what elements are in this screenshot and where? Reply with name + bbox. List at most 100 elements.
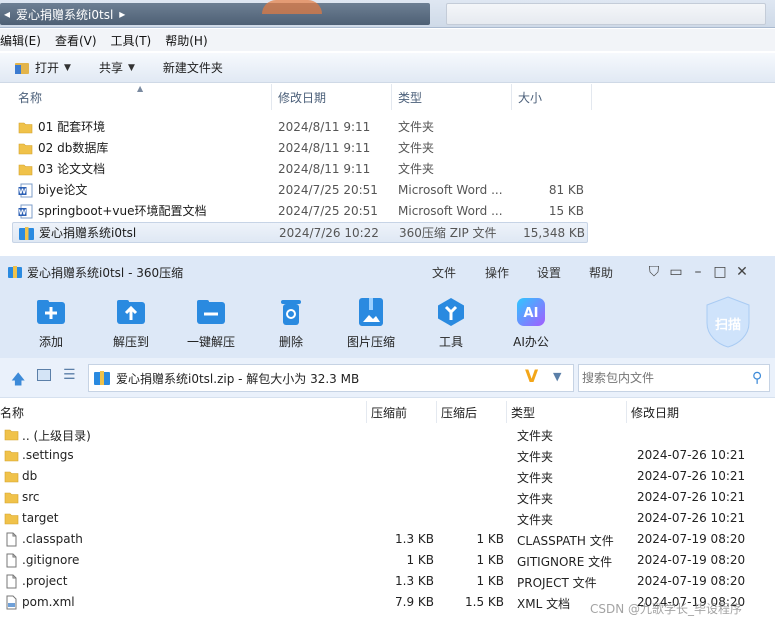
tools-button[interactable]: 工具	[416, 296, 486, 350]
archive-entry-row[interactable]: .gitignore 1 KB 1 KB GITIGNORE 文件 2024-07-19…	[0, 551, 775, 572]
file-row[interactable]: Wbiye论文 2024/7/25 20:51 Microsoft Word ...…	[12, 180, 588, 201]
column-size[interactable]: 大小	[512, 84, 592, 110]
file-size	[512, 138, 584, 159]
close-icon[interactable]: ✕	[731, 264, 753, 280]
entry-date: 2024-07-26 10:21	[637, 490, 746, 504]
tool-label: 解压到	[112, 335, 149, 349]
file-row[interactable]: 02 db数据库 2024/8/11 9:11 文件夹	[12, 138, 588, 159]
breadcrumb-chevron-icon: ◂	[4, 7, 11, 21]
scan-button[interactable]: 扫描	[705, 296, 751, 348]
file-type: Microsoft Word ...	[398, 183, 503, 197]
thumbnail-view-icon[interactable]	[37, 369, 51, 381]
archive-path-field[interactable]: 爱心捐赠系统i0tsl.zip - 解包大小为 32.3 MB V ▼	[88, 364, 574, 392]
column-before[interactable]: 压缩前	[371, 404, 407, 421]
archive-entry-row[interactable]: db 文件夹 2024-07-26 10:21	[0, 467, 775, 488]
maximize-icon[interactable]: □	[709, 264, 731, 280]
zip-menu-help[interactable]: 帮助	[589, 256, 613, 288]
explorer-column-header: 名称 ▲ 修改日期 类型 大小	[0, 84, 775, 110]
list-view-icon[interactable]: ☰	[63, 367, 76, 383]
search-input[interactable]	[582, 371, 742, 385]
menu-edit[interactable]: 编辑(E)	[0, 32, 41, 49]
entry-name: .gitignore	[22, 553, 80, 567]
minimize-icon[interactable]: –	[687, 264, 709, 280]
explorer-address-bar: ◂ 爱心捐赠系统i0tsl ▸	[0, 0, 775, 28]
add-icon	[37, 300, 65, 324]
file-row[interactable]: Wspringboot+vue环境配置文档 2024/7/25 20:51 Micr…	[12, 201, 588, 222]
entry-name: src	[22, 490, 40, 504]
explorer-search-box[interactable]	[446, 3, 766, 25]
file-date: 2024/7/26 10:22	[279, 226, 379, 240]
ai-office-icon: AI	[517, 298, 545, 326]
entry-date: 2024-07-19 08:20	[637, 553, 746, 567]
extract-to-icon	[117, 300, 145, 324]
up-arrow-icon[interactable]: 🡅	[11, 369, 25, 393]
archive-entry-row[interactable]: target 文件夹 2024-07-26 10:21	[0, 509, 775, 530]
column-divider[interactable]	[366, 401, 367, 423]
app-icon	[8, 266, 22, 278]
zip-menu-file[interactable]: 文件	[432, 256, 456, 288]
column-type[interactable]: 类型	[392, 84, 512, 110]
menu-view[interactable]: 查看(V)	[55, 32, 97, 49]
breadcrumb-item[interactable]: 爱心捐赠系统i0tsl	[16, 6, 113, 23]
background-logo	[262, 0, 322, 14]
extract-to-button[interactable]: 解压到	[96, 296, 166, 350]
column-divider[interactable]	[436, 401, 437, 423]
column-date[interactable]: 修改日期	[272, 84, 392, 110]
entry-name: target	[22, 511, 59, 525]
zip-toolbar: 添加 解压到 一键解压 删除 图片压缩 工具 AI AI办公 扫描	[0, 288, 775, 358]
folder-icon	[4, 469, 19, 484]
file-icon	[4, 553, 19, 568]
archive-search-box[interactable]: ⚲	[578, 364, 770, 392]
chevron-down-icon: ▼	[64, 62, 71, 73]
archive-entry-row[interactable]: .. (上级目录) 文件夹	[0, 425, 775, 446]
file-row[interactable]: 01 配套环境 2024/8/11 9:11 文件夹	[12, 117, 588, 138]
file-size	[512, 117, 584, 138]
menu-help[interactable]: 帮助(H)	[165, 32, 207, 49]
archive-entry-row[interactable]: .settings 文件夹 2024-07-26 10:21	[0, 446, 775, 467]
zip-menu-action[interactable]: 操作	[485, 256, 509, 288]
one-click-extract-button[interactable]: 一键解压	[176, 296, 246, 350]
breadcrumb[interactable]: ◂ 爱心捐赠系统i0tsl ▸	[0, 3, 430, 25]
skin-icon[interactable]: ⛉	[643, 264, 665, 280]
zip-path-bar: 🡅 ☰ 爱心捐赠系统i0tsl.zip - 解包大小为 32.3 MB V ▼ …	[0, 358, 775, 398]
one-click-extract-icon	[197, 300, 225, 324]
column-type[interactable]: 类型	[511, 404, 535, 421]
tool-label: 图片压缩	[346, 335, 395, 349]
delete-button[interactable]: 删除	[256, 296, 326, 350]
column-after[interactable]: 压缩后	[441, 404, 477, 421]
zip-menu-settings[interactable]: 设置	[537, 256, 561, 288]
archive-entry-row[interactable]: .classpath 1.3 KB 1 KB CLASSPATH 文件 2024-07-…	[0, 530, 775, 551]
file-size: 15 KB	[548, 204, 584, 218]
column-date[interactable]: 修改日期	[631, 404, 679, 421]
chevron-down-icon: ▼	[127, 62, 135, 73]
archive-entry-row[interactable]: .project 1.3 KB 1 KB PROJECT 文件 2024-07-19 0…	[0, 572, 775, 593]
open-button[interactable]: 打开 ▼	[14, 59, 71, 76]
menu-tools[interactable]: 工具(T)	[111, 32, 152, 49]
entry-type: 文件夹	[517, 492, 554, 506]
file-row[interactable]: 03 论文文档 2024/8/11 9:11 文件夹	[12, 159, 588, 180]
image-compress-button[interactable]: 图片压缩	[336, 296, 406, 350]
file-name: springboot+vue环境配置文档	[38, 204, 207, 218]
window-controls: ⛉ ▭ – □ ✕	[643, 256, 753, 288]
column-divider[interactable]	[506, 401, 507, 423]
v-badge-icon[interactable]: V	[525, 367, 538, 387]
chevron-right-icon[interactable]: ▸	[119, 7, 125, 21]
chevron-down-icon[interactable]: ▼	[553, 370, 561, 383]
new-folder-button[interactable]: 新建文件夹	[163, 59, 223, 76]
add-button[interactable]: 添加	[16, 296, 86, 350]
archive-entry-row[interactable]: src 文件夹 2024-07-26 10:21	[0, 488, 775, 509]
feedback-icon[interactable]: ▭	[665, 264, 687, 280]
entry-date: 2024-07-26 10:21	[637, 511, 746, 525]
xml-file-icon	[4, 595, 19, 610]
zip-archive-icon	[19, 226, 34, 241]
file-date: 2024/7/25 20:51	[278, 204, 378, 218]
entry-size-before: 1 KB	[406, 553, 434, 567]
ai-office-button[interactable]: AI AI办公	[496, 296, 566, 350]
file-row[interactable]: 爱心捐赠系统i0tsl 2024/7/26 10:22 360压缩 ZIP 文件 15…	[12, 222, 588, 243]
column-name[interactable]: 名称	[0, 404, 24, 421]
share-button[interactable]: 共享 ▼	[99, 59, 135, 76]
entry-name: pom.xml	[22, 595, 75, 609]
tool-label: 工具	[438, 335, 463, 349]
search-icon[interactable]: ⚲	[752, 370, 762, 386]
column-divider[interactable]	[626, 401, 627, 423]
